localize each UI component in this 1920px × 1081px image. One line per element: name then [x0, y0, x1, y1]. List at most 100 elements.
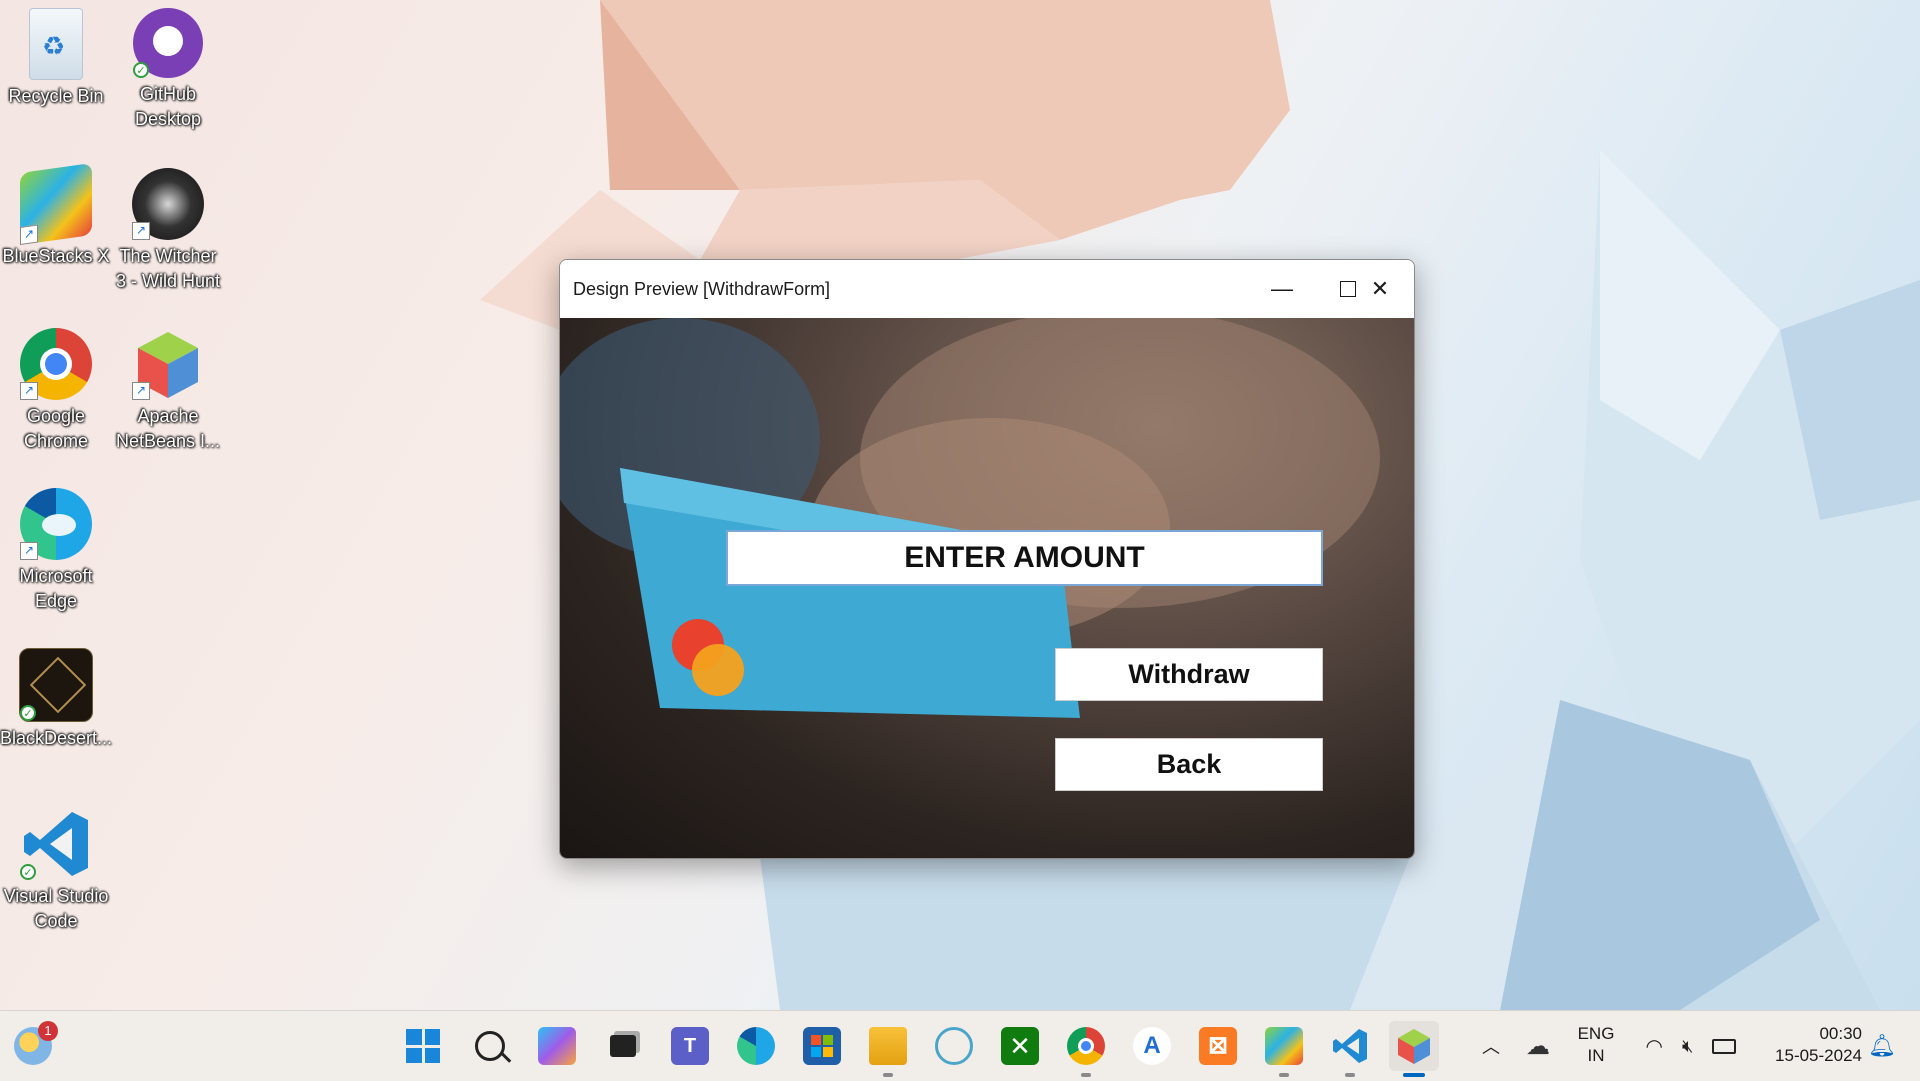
- copilot-icon: [538, 1027, 576, 1065]
- network-volume-battery[interactable]: ◠ 🔇︎: [1636, 1021, 1746, 1071]
- chrome-icon: [1067, 1027, 1105, 1065]
- file-explorer-icon: [869, 1027, 907, 1065]
- taskbar-edge[interactable]: [731, 1021, 781, 1071]
- active-indicator: [1403, 1073, 1425, 1077]
- desktop-icon-microsoft-edge[interactable]: ↗ Microsoft Edge: [0, 488, 112, 614]
- sync-check-icon: ✓: [133, 62, 149, 78]
- taskbar-store[interactable]: [797, 1021, 847, 1071]
- minimize-button[interactable]: —: [1249, 260, 1315, 318]
- start-icon: [406, 1029, 440, 1063]
- desktop-icon-label: BlueStacks X: [2, 246, 110, 266]
- withdraw-form-panel: ENTER AMOUNT Withdraw Back: [560, 318, 1414, 858]
- notifications-button[interactable]: 🔔︎: [1862, 1021, 1902, 1071]
- desktop-icon-label: Microsoft Edge: [19, 566, 93, 611]
- vscode-icon: [1333, 1029, 1367, 1063]
- desktop-icon-apache-netbeans[interactable]: ↗ Apache NetBeans I...: [112, 328, 224, 454]
- desktop-icon-label: BlackDesert...: [0, 728, 113, 748]
- taskbar-chrome[interactable]: [1061, 1021, 1111, 1077]
- store-icon: [803, 1027, 841, 1065]
- desktop-icon-bluestacks-x[interactable]: ↗ BlueStacks X: [0, 162, 112, 269]
- vscode-icon: ✓: [20, 808, 92, 880]
- desktop-icon-google-chrome[interactable]: ↗ Google Chrome: [0, 328, 112, 454]
- desktop-icon-witcher-3[interactable]: ↗ The Witcher 3 - Wild Hunt: [112, 168, 224, 294]
- taskbar-task-view[interactable]: [598, 1021, 648, 1071]
- desktop-icon-label: Google Chrome: [23, 406, 89, 451]
- chevron-up-icon: ︿: [1482, 1037, 1500, 1057]
- close-button[interactable]: ✕: [1347, 260, 1413, 318]
- task-view-icon: [610, 1035, 636, 1057]
- bluestacks-icon: ↗: [20, 162, 92, 246]
- clock[interactable]: 00:30 15-05-2024: [1752, 1023, 1862, 1067]
- cloud-icon: ☁: [1526, 1032, 1550, 1060]
- taskbar-vscode[interactable]: [1325, 1021, 1375, 1077]
- taskbar-copilot[interactable]: [532, 1021, 582, 1071]
- witcher-3-icon: ↗: [132, 168, 204, 240]
- search-icon: [475, 1031, 512, 1063]
- shortcut-arrow-icon: ↗: [20, 224, 38, 246]
- speaker-muted-icon: 🔇︎: [1682, 1035, 1694, 1056]
- running-indicator: [1081, 1073, 1091, 1077]
- app-icon: [935, 1027, 973, 1065]
- language-indicator[interactable]: ENG IN: [1568, 1023, 1624, 1067]
- back-button[interactable]: Back: [1055, 738, 1323, 791]
- taskbar-teams[interactable]: T: [665, 1021, 715, 1071]
- clock-time: 00:30: [1819, 1024, 1862, 1043]
- onedrive-button[interactable]: ☁: [1516, 1021, 1560, 1071]
- taskbar-netbeans[interactable]: [1389, 1021, 1439, 1077]
- bell-icon: 🔔︎: [1868, 1033, 1896, 1058]
- running-indicator: [1345, 1073, 1355, 1077]
- wifi-icon: ◠: [1645, 1035, 1663, 1058]
- weather-widget[interactable]: 1: [8, 1021, 58, 1071]
- netbeans-icon: ↗: [132, 328, 204, 400]
- desktop-icon-label: Visual Studio Code: [3, 886, 109, 931]
- amount-field[interactable]: ENTER AMOUNT: [726, 530, 1323, 586]
- desktop-icon-github-desktop[interactable]: ✓ GitHub Desktop: [112, 8, 224, 132]
- shortcut-arrow-icon: ↗: [132, 382, 150, 400]
- taskbar-bluestacks[interactable]: [1259, 1021, 1309, 1077]
- taskbar-file-explorer[interactable]: [863, 1021, 913, 1077]
- bluestacks-icon: [1265, 1027, 1303, 1065]
- search-button[interactable]: [465, 1021, 515, 1071]
- language-code: ENG: [1577, 1024, 1615, 1043]
- desktop-icon-label: GitHub Desktop: [134, 84, 202, 129]
- desktop-icon-visual-studio-code[interactable]: ✓ Visual Studio Code: [0, 808, 112, 934]
- window-title: Design Preview [WithdrawForm]: [573, 279, 831, 299]
- shortcut-arrow-icon: ↗: [20, 542, 38, 560]
- edge-icon: [737, 1027, 775, 1065]
- desktop-icon-black-desert[interactable]: ✓ BlackDesert...: [0, 648, 112, 751]
- chrome-icon: ↗: [20, 328, 92, 400]
- app-icon: A: [1133, 1027, 1171, 1065]
- taskbar-app-2[interactable]: A: [1127, 1021, 1177, 1071]
- notification-badge: 1: [38, 1021, 58, 1041]
- taskbar-xbox[interactable]: ✕: [995, 1021, 1045, 1071]
- taskbar: 1 T ✕ A ⊠ ︿ ☁ ENG IN ◠ 🔇︎ 00:30 15-05-20…: [0, 1010, 1920, 1081]
- sync-check-icon: ✓: [20, 705, 36, 721]
- running-indicator: [1279, 1073, 1289, 1077]
- taskbar-xampp[interactable]: ⊠: [1193, 1021, 1243, 1071]
- close-icon: ✕: [1370, 276, 1390, 301]
- xampp-icon: ⊠: [1199, 1027, 1237, 1065]
- black-desert-icon: ✓: [19, 648, 93, 722]
- window-titlebar[interactable]: Design Preview [WithdrawForm] — ✕: [560, 260, 1414, 318]
- teams-icon: T: [671, 1027, 709, 1065]
- desktop-icon-recycle-bin[interactable]: ♻ Recycle Bin: [0, 8, 112, 109]
- region-code: IN: [1587, 1046, 1605, 1065]
- xbox-icon: ✕: [1001, 1027, 1039, 1065]
- desktop-background: ♻ Recycle Bin ✓ GitHub Desktop ↗ BlueSta…: [0, 0, 1920, 1010]
- netbeans-icon: [1398, 1029, 1430, 1064]
- minimize-icon: —: [1271, 276, 1293, 301]
- sync-check-icon: ✓: [20, 864, 36, 880]
- desktop-icon-label: The Witcher 3 - Wild Hunt: [115, 246, 221, 291]
- running-indicator: [883, 1073, 893, 1077]
- recycle-bin-icon: ♻: [29, 8, 83, 80]
- clock-date: 15-05-2024: [1775, 1046, 1862, 1065]
- desktop-icon-label: Recycle Bin: [8, 86, 104, 106]
- show-hidden-icons-button[interactable]: ︿: [1466, 1021, 1516, 1071]
- shortcut-arrow-icon: ↗: [20, 382, 38, 400]
- edge-icon: ↗: [20, 488, 92, 560]
- desktop-icon-label: Apache NetBeans I...: [115, 406, 221, 451]
- taskbar-app[interactable]: [929, 1021, 979, 1071]
- design-preview-window[interactable]: Design Preview [WithdrawForm] — ✕ ENTER …: [559, 259, 1415, 859]
- start-button[interactable]: [398, 1021, 448, 1071]
- withdraw-button[interactable]: Withdraw: [1055, 648, 1323, 701]
